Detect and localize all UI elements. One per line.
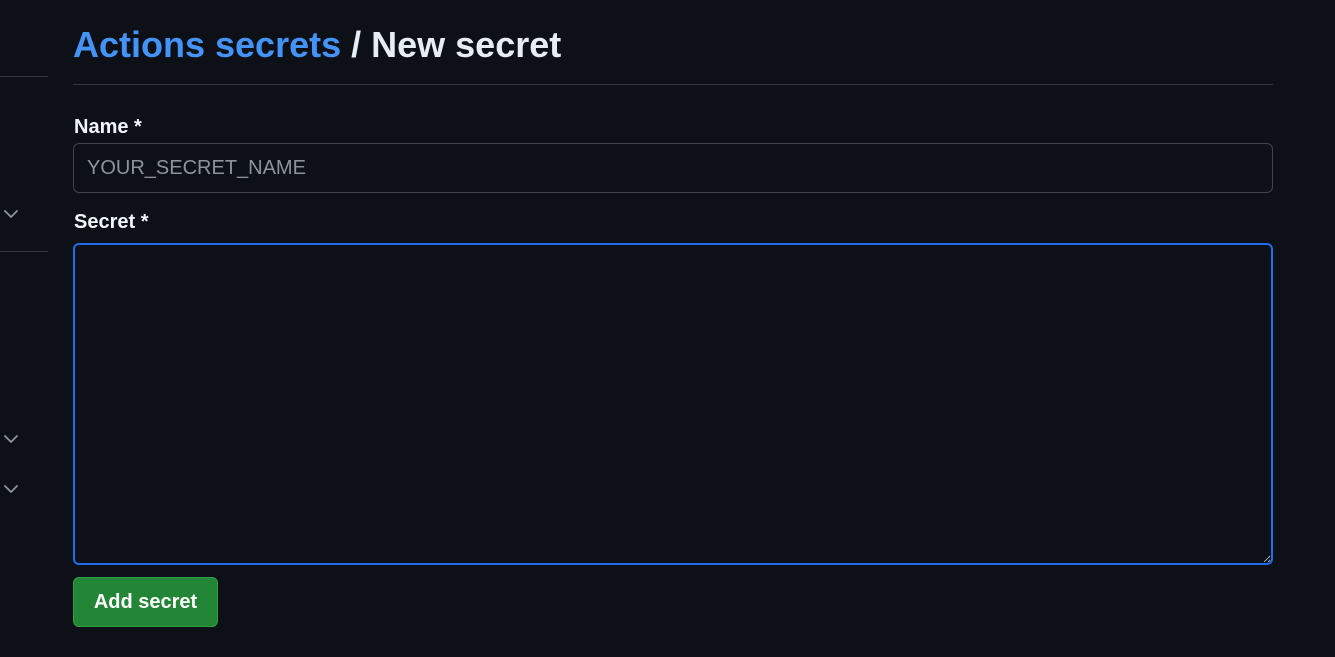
chevron-down-icon [4,434,18,443]
sidebar-expand-chevron[interactable] [2,482,20,496]
breadcrumb-separator: / [351,24,362,65]
secret-name-input[interactable] [73,143,1273,193]
chevron-down-icon [4,484,18,493]
sidebar-expand-chevron[interactable] [2,207,20,221]
header-divider [73,84,1273,85]
sidebar [0,0,48,657]
chevron-down-icon [4,209,18,218]
sidebar-divider [0,76,48,77]
breadcrumb-actions-secrets-link[interactable]: Actions secrets [73,22,341,68]
secret-label: Secret * [74,211,149,233]
add-secret-button[interactable]: Add secret [73,577,218,627]
sidebar-expand-chevron[interactable] [2,432,20,446]
secret-value-textarea[interactable] [73,243,1273,565]
sidebar-divider [0,251,48,252]
breadcrumb-current: New secret [371,24,562,65]
page-title: Actions secrets / New secret [73,22,1273,68]
new-secret-page: Actions secrets / New secret Name * Secr… [0,0,1335,657]
name-label: Name * [74,116,142,138]
